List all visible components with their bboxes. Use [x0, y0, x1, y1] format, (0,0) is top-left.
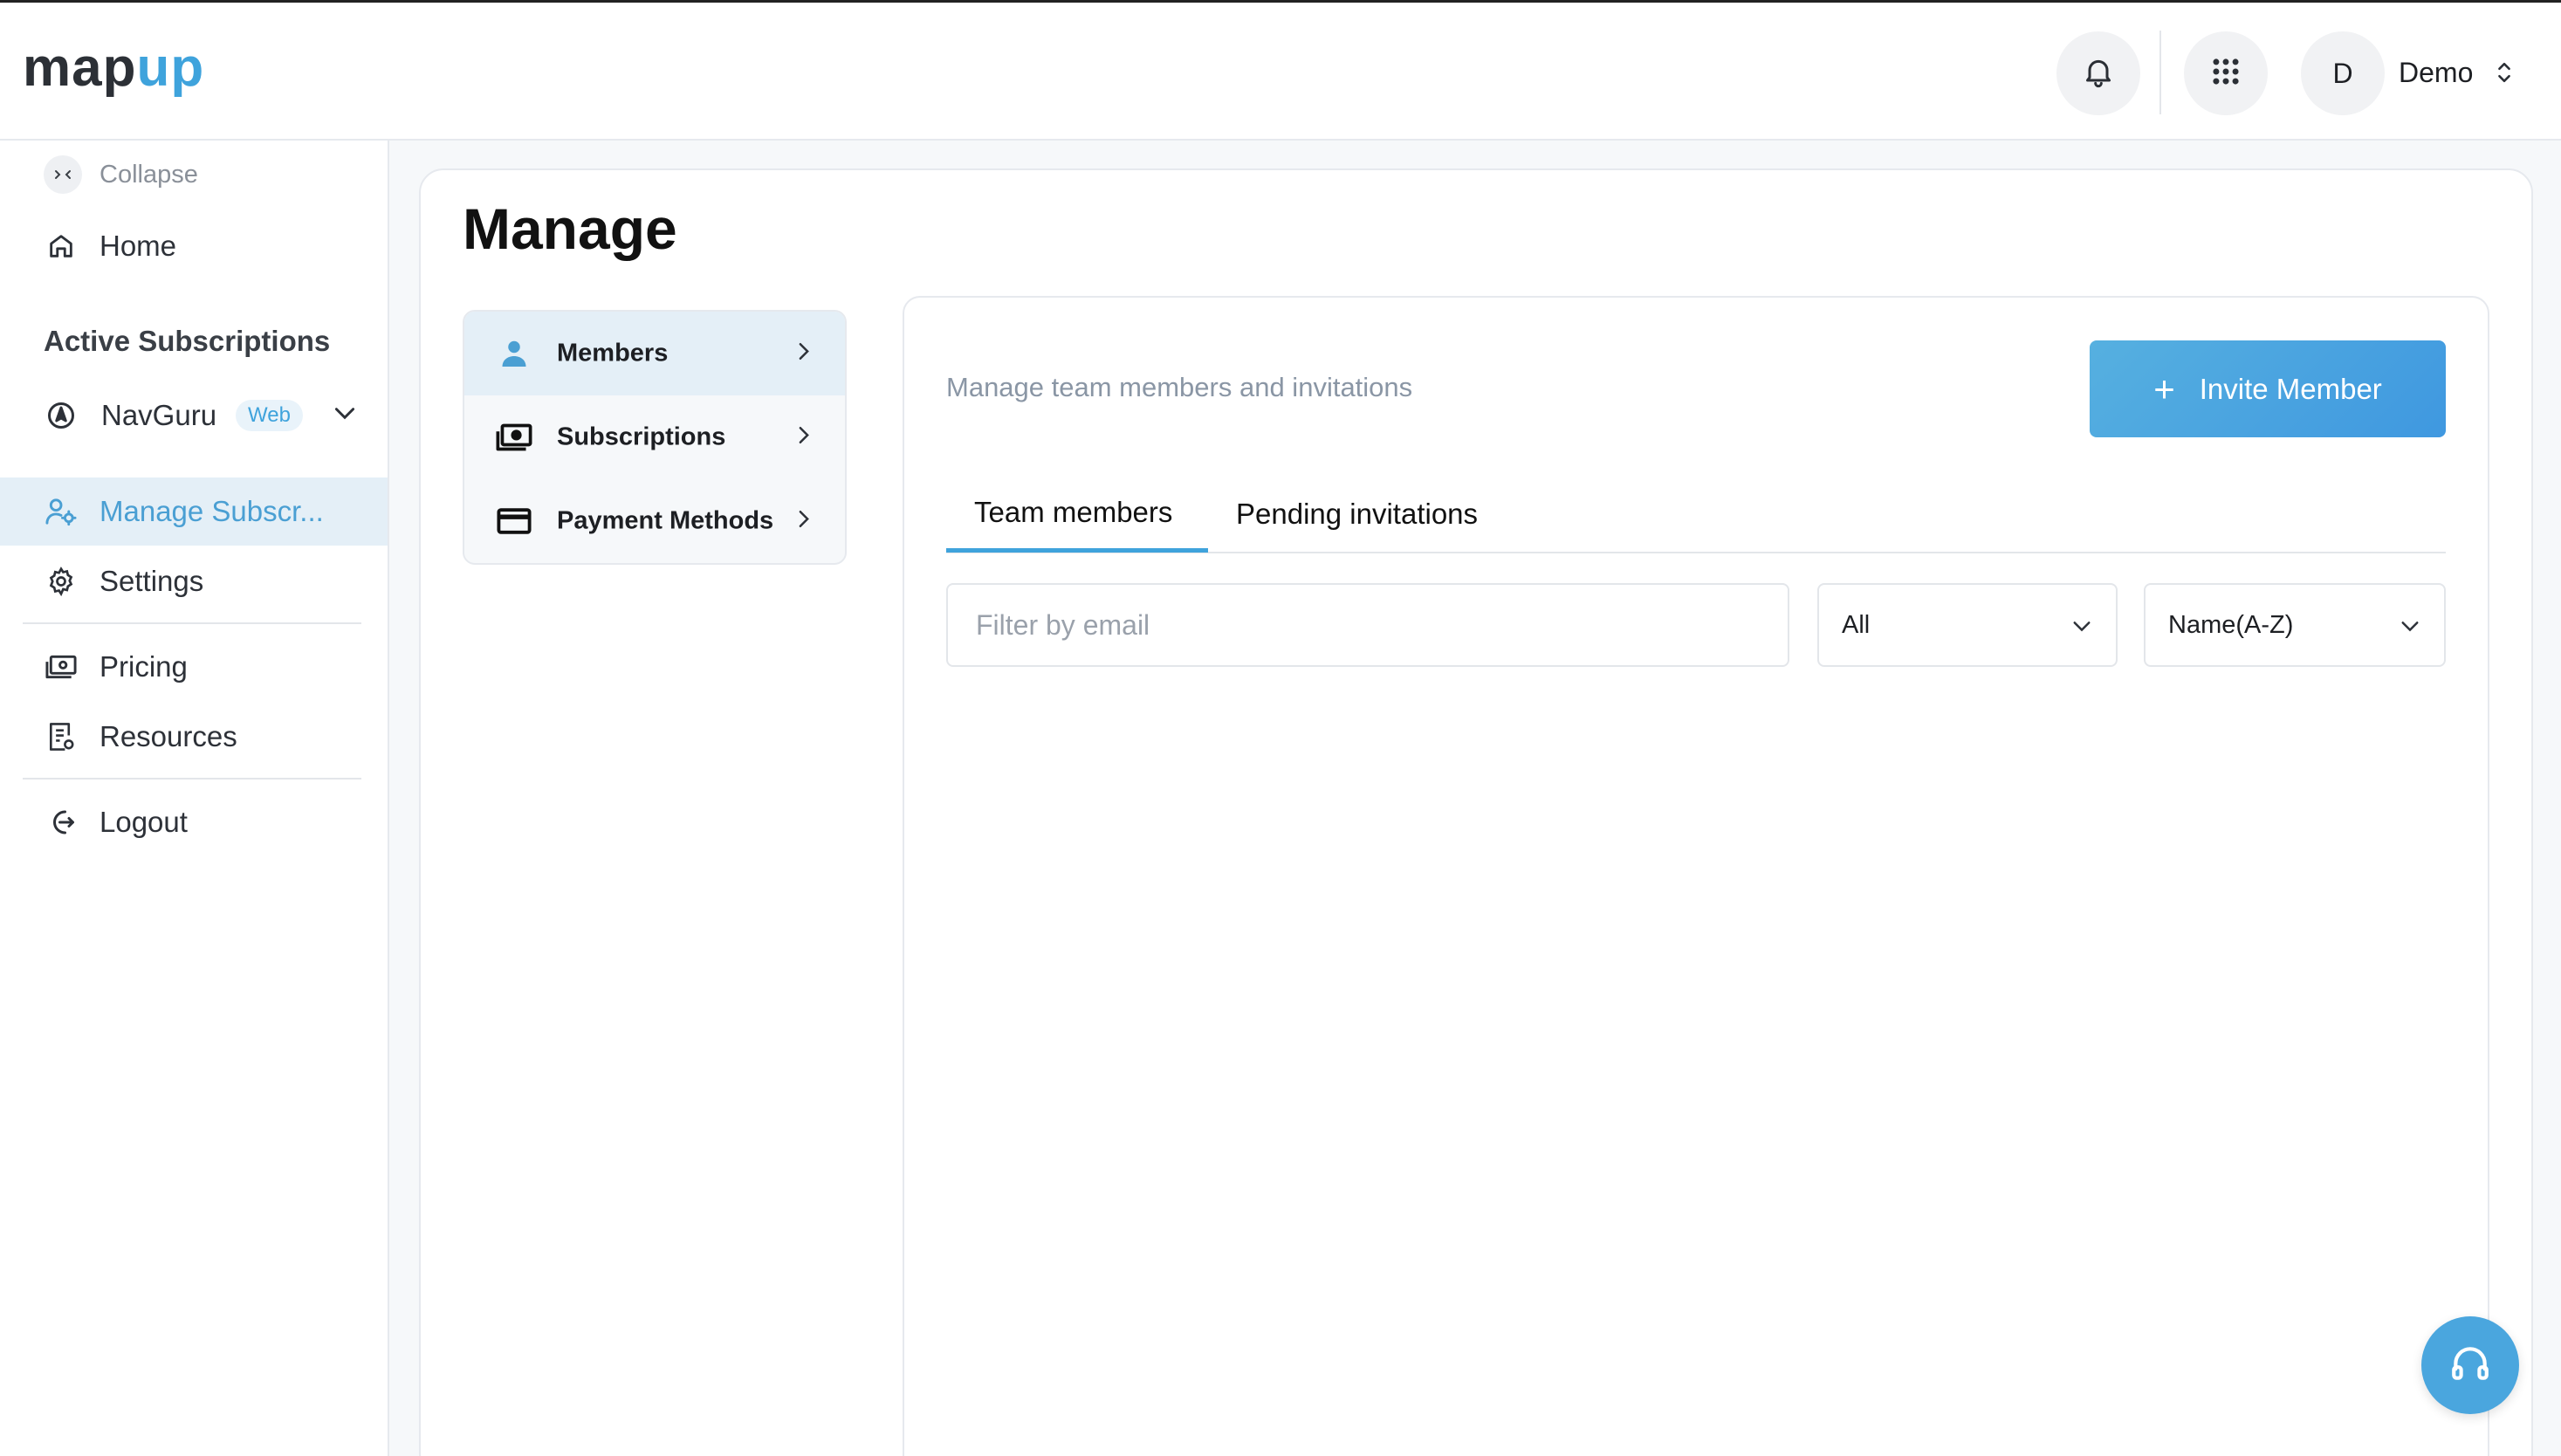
sort-select[interactable]: Name(A-Z)	[2144, 583, 2446, 667]
sidebar-item-logout[interactable]: Logout	[0, 788, 388, 856]
invite-member-button[interactable]: + Invite Member	[2090, 340, 2446, 437]
sidebar-item-manage-subscription[interactable]: Manage Subscr...	[0, 477, 388, 546]
chevron-right-icon	[798, 342, 810, 366]
sidebar-section-title: Active Subscriptions	[44, 325, 331, 357]
platform-badge: Web	[236, 400, 303, 431]
chevron-updown-icon[interactable]	[2496, 60, 2512, 89]
sidebar-item-settings[interactable]: Settings	[0, 547, 388, 615]
header-divider	[2159, 31, 2161, 114]
support-chat-button[interactable]	[2421, 1316, 2519, 1414]
headset-icon	[2448, 1342, 2492, 1390]
credit-card-icon	[494, 504, 534, 539]
chevron-down-icon	[2072, 611, 2091, 640]
money-icon	[494, 420, 534, 455]
notifications-button[interactable]	[2056, 31, 2140, 115]
page-title: Manage	[463, 196, 677, 261]
submenu-item-payment-methods[interactable]: Payment Methods	[464, 479, 845, 563]
bell-icon	[2081, 53, 2116, 94]
document-gear-icon	[44, 719, 79, 754]
apps-grid-icon	[2209, 55, 2242, 93]
chevron-right-icon	[798, 510, 810, 533]
chevron-down-icon	[2400, 611, 2420, 640]
tab-team-members[interactable]: Team members	[974, 496, 1172, 529]
filter-email-input[interactable]	[946, 583, 1789, 667]
home-icon	[44, 229, 79, 264]
active-tab-indicator	[946, 548, 1208, 553]
compass-icon	[44, 398, 79, 433]
sidebar-divider	[23, 622, 361, 624]
apps-button[interactable]	[2184, 31, 2268, 115]
sidebar-item-home[interactable]: Home	[0, 212, 388, 280]
user-icon	[494, 336, 534, 371]
tab-pending-invitations[interactable]: Pending invitations	[1236, 498, 1478, 531]
collapse-icon	[44, 155, 82, 194]
sidebar-item-navguru[interactable]: NavGuru Web	[0, 381, 388, 450]
sidebar-item-pricing[interactable]: Pricing	[0, 633, 388, 701]
mapup-logo[interactable]: mapup	[23, 38, 204, 99]
invite-member-label: Invite Member	[2199, 372, 2382, 405]
status-select[interactable]: All	[1817, 583, 2118, 667]
plus-icon: +	[2153, 367, 2175, 409]
user-gear-icon	[44, 494, 79, 529]
logout-icon	[44, 805, 79, 840]
sidebar-collapse[interactable]: Collapse	[0, 141, 388, 209]
top-bar: mapup D Demo	[0, 0, 2561, 141]
submenu-item-subscriptions[interactable]: Subscriptions	[464, 395, 845, 479]
gear-icon	[44, 564, 79, 599]
members-panel	[903, 296, 2489, 1456]
submenu-item-members[interactable]: Members	[464, 312, 845, 395]
chevron-down-icon[interactable]	[333, 407, 356, 425]
user-avatar[interactable]: D	[2301, 31, 2385, 115]
panel-subtitle: Manage team members and invitations	[946, 372, 1413, 402]
manage-submenu: Members Subscriptions Payment Methods	[463, 310, 847, 565]
sidebar-item-resources[interactable]: Resources	[0, 703, 388, 771]
sidebar: Collapse Home Active Subscriptions NavGu…	[0, 141, 389, 1456]
sidebar-divider	[23, 778, 361, 780]
user-name[interactable]: Demo	[2399, 57, 2473, 89]
money-icon	[44, 649, 79, 684]
chevron-right-icon	[798, 426, 810, 450]
